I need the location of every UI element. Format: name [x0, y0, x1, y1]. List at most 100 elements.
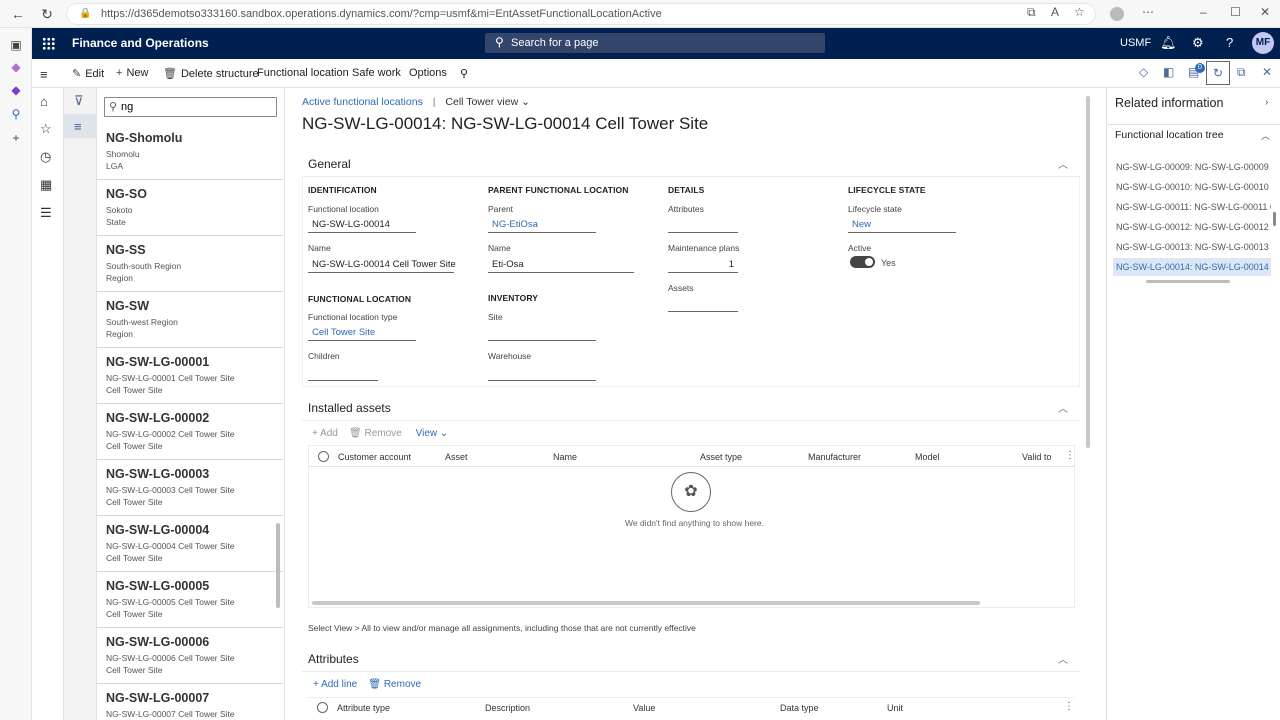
- chevron-right-icon[interactable]: ›: [1265, 97, 1268, 108]
- installed-assets-fasttab-header[interactable]: Installed assets ︿: [302, 394, 1080, 421]
- page-search[interactable]: ⚲ Search for a page: [485, 33, 825, 53]
- col-valid-to[interactable]: Valid to: [1022, 452, 1051, 462]
- list-filter-input[interactable]: [121, 100, 271, 114]
- tree-item[interactable]: NG-SW-LG-00011: NG-SW-LG-00011 Cell Towe…: [1113, 198, 1271, 216]
- list-item[interactable]: NG-SS South-south Region Region: [97, 236, 283, 292]
- tab-options[interactable]: Options: [409, 67, 447, 79]
- list-scrollbar[interactable]: [276, 523, 280, 608]
- delete-structure-button[interactable]: 🗑︎ Delete structure: [163, 67, 259, 80]
- attr-select-all-radio[interactable]: [317, 702, 328, 713]
- search-sidebar-icon[interactable]: ⚲: [8, 107, 24, 123]
- filter-icon[interactable]: ⊽: [74, 93, 84, 109]
- name-field[interactable]: NG-SW-LG-00014 Cell Tower Site: [308, 256, 456, 273]
- list-item[interactable]: NG-SW-LG-00001 NG-SW-LG-00001 Cell Tower …: [97, 348, 283, 404]
- col-customer-account[interactable]: Customer account: [338, 452, 411, 462]
- power-apps-icon[interactable]: ◇: [1139, 65, 1148, 79]
- read-aloud-icon[interactable]: A: [1051, 5, 1059, 19]
- breadcrumb-link[interactable]: Active functional locations: [302, 96, 423, 108]
- maximize-icon[interactable]: ☐: [1230, 5, 1241, 19]
- col-data-type[interactable]: Data type: [780, 703, 819, 713]
- tree-vertical-scrollbar[interactable]: [1273, 212, 1276, 226]
- parent-field[interactable]: NG-EtiOsa: [488, 216, 596, 233]
- col-unit[interactable]: Unit: [887, 703, 903, 713]
- fl-field[interactable]: NG-SW-LG-00014: [308, 216, 416, 233]
- tree-item[interactable]: NG-SW-LG-00009: NG-SW-LG-00009 Cell Towe…: [1113, 158, 1271, 176]
- copilot-icon[interactable]: ◆: [8, 60, 24, 76]
- help-icon[interactable]: ?: [1226, 35, 1233, 50]
- more-options-icon[interactable]: ⋮: [1065, 450, 1075, 461]
- chevron-up-icon[interactable]: ︿: [1261, 129, 1270, 142]
- ia-view-button[interactable]: View ⌄: [416, 428, 449, 439]
- col-attribute-type[interactable]: Attribute type: [337, 703, 390, 713]
- action-search-icon[interactable]: ⚲: [460, 67, 468, 80]
- more-options-icon[interactable]: ⋮: [1064, 701, 1074, 712]
- list-item[interactable]: NG-SW-LG-00002 NG-SW-LG-00002 Cell Tower …: [97, 404, 283, 460]
- parent-name-field[interactable]: Eti-Osa: [488, 256, 634, 273]
- tree-horizontal-scrollbar[interactable]: [1146, 280, 1230, 283]
- office-icon[interactable]: ◧: [1163, 65, 1174, 79]
- waffle-icon[interactable]: [42, 37, 55, 50]
- list-item[interactable]: NG-SW-LG-00006 NG-SW-LG-00006 Cell Tower …: [97, 628, 283, 684]
- extension-icon[interactable]: ◆: [8, 83, 24, 99]
- favorites-icon[interactable]: ☆: [40, 121, 52, 137]
- select-all-radio[interactable]: [318, 451, 329, 462]
- profile-icon[interactable]: [1110, 7, 1124, 21]
- gear-icon[interactable]: ⚙: [1192, 35, 1204, 51]
- open-app-icon[interactable]: ⧉: [1027, 5, 1036, 20]
- col-name[interactable]: Name: [553, 452, 577, 462]
- ia-remove-button[interactable]: 🗑︎ Remove: [349, 428, 402, 439]
- add-icon[interactable]: +: [8, 131, 24, 147]
- ia-add-button[interactable]: + Add: [312, 428, 338, 439]
- list-icon[interactable]: ≡: [74, 119, 82, 134]
- tree-item[interactable]: NG-SW-LG-00014: NG-SW-LG-00014 Cell Towe…: [1113, 258, 1271, 276]
- close-window-icon[interactable]: ✕: [1260, 5, 1270, 19]
- tabs-icon[interactable]: ▣: [8, 38, 24, 54]
- site-field[interactable]: [488, 324, 596, 341]
- refresh-icon[interactable]: ↻: [38, 5, 56, 23]
- tree-title[interactable]: Functional location tree: [1115, 129, 1224, 141]
- company-picker[interactable]: USMF: [1120, 37, 1151, 49]
- active-toggle[interactable]: [850, 256, 875, 268]
- grid-horizontal-scrollbar[interactable]: [312, 601, 980, 605]
- col-manufacturer[interactable]: Manufacturer: [808, 452, 861, 462]
- col-value[interactable]: Value: [633, 703, 655, 713]
- list-item[interactable]: NG-SO Sokoto State: [97, 180, 283, 236]
- recent-icon[interactable]: ◷: [40, 149, 51, 165]
- fl-type-field[interactable]: Cell Tower Site: [308, 324, 416, 341]
- attributes-fasttab-header[interactable]: Attributes ︿: [302, 645, 1080, 672]
- new-button[interactable]: + New: [116, 67, 148, 79]
- lifecycle-state-field[interactable]: New: [848, 216, 956, 233]
- page-scrollbar[interactable]: [1086, 96, 1090, 448]
- avatar[interactable]: MF: [1252, 32, 1274, 54]
- col-description[interactable]: Description: [485, 703, 530, 713]
- list-item[interactable]: NG-SW-LG-00004 NG-SW-LG-00004 Cell Tower …: [97, 516, 283, 572]
- list-item[interactable]: NG-Shomolu Shomolu LGA: [97, 124, 283, 180]
- favorite-icon[interactable]: ☆: [1074, 5, 1085, 19]
- col-model[interactable]: Model: [915, 452, 940, 462]
- bell-icon[interactable]: 🔔︎: [1160, 35, 1177, 51]
- add-line-button[interactable]: + Add line: [313, 679, 357, 690]
- close-page-icon[interactable]: ✕: [1262, 65, 1272, 79]
- home-icon[interactable]: ⌂: [40, 94, 48, 109]
- col-asset[interactable]: Asset: [445, 452, 468, 462]
- list-item[interactable]: NG-SW South-west Region Region: [97, 292, 283, 348]
- attr-remove-button[interactable]: 🗑︎ Remove: [368, 679, 421, 690]
- open-new-window-icon[interactable]: ⧉: [1237, 65, 1246, 80]
- hamburger-icon[interactable]: ≡: [40, 67, 48, 82]
- view-selector[interactable]: Cell Tower view ⌄: [445, 96, 529, 108]
- general-fasttab-header[interactable]: General ︿: [302, 150, 1080, 177]
- list-item[interactable]: NG-SW-LG-00005 NG-SW-LG-00005 Cell Tower …: [97, 572, 283, 628]
- tree-item[interactable]: NG-SW-LG-00013: NG-SW-LG-00013 Cell Towe…: [1113, 238, 1271, 256]
- modules-icon[interactable]: ☰: [40, 205, 52, 221]
- col-asset-type[interactable]: Asset type: [700, 452, 742, 462]
- tab-functional-location[interactable]: Functional location: [257, 67, 349, 79]
- list-item[interactable]: NG-SW-LG-00003 NG-SW-LG-00003 Cell Tower …: [97, 460, 283, 516]
- back-icon[interactable]: ←: [9, 5, 27, 23]
- workspaces-icon[interactable]: ▦: [40, 177, 52, 193]
- maint-plans-field[interactable]: 1: [668, 256, 738, 273]
- list-filter[interactable]: ⚲: [104, 97, 277, 117]
- tree-item[interactable]: NG-SW-LG-00012: NG-SW-LG-00012 Cell Towe…: [1113, 218, 1271, 236]
- minimize-icon[interactable]: –: [1200, 5, 1207, 19]
- tab-safe-work[interactable]: Safe work: [352, 67, 401, 79]
- tree-item[interactable]: NG-SW-LG-00010: NG-SW-LG-00010 Cell Towe…: [1113, 178, 1271, 196]
